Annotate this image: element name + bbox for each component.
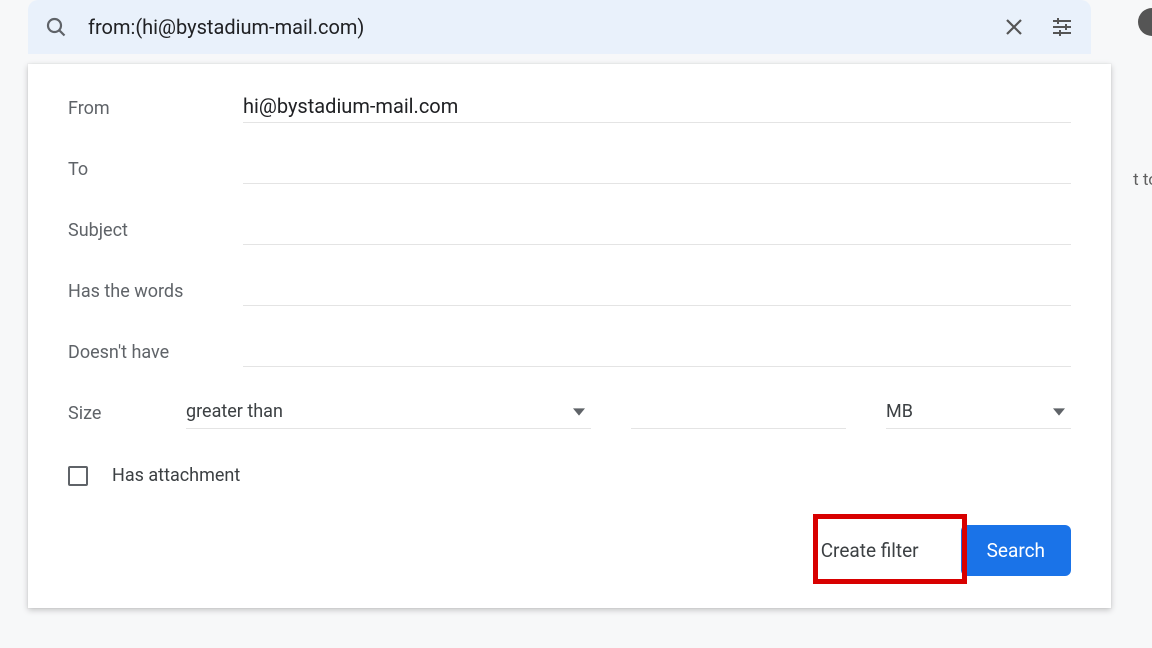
size-comparator-select[interactable]: greater than [186,397,591,429]
to-label: To [68,159,243,184]
clear-icon[interactable] [1001,14,1027,40]
search-options-icon[interactable] [1049,14,1075,40]
has-attachment-checkbox[interactable] [68,466,88,486]
doesnt-have-field[interactable] [243,336,1071,367]
chevron-down-icon [1053,403,1065,422]
filter-panel: From To Subject Has the words Doesn't ha… [28,64,1111,608]
search-bar [28,0,1091,54]
subject-label: Subject [68,220,243,245]
to-field[interactable] [243,153,1071,184]
search-icon[interactable] [44,15,68,39]
avatar[interactable] [1138,8,1152,36]
from-field[interactable] [243,92,1071,123]
doesnt-have-label: Doesn't have [68,342,243,367]
search-input[interactable] [68,14,1001,40]
size-value-text [631,404,846,428]
has-words-field[interactable] [243,275,1071,306]
search-button[interactable]: Search [961,525,1071,576]
size-value-field[interactable] [631,404,846,429]
has-words-label: Has the words [68,281,243,306]
size-unit-select[interactable]: MB [886,397,1071,429]
has-attachment-label: Has attachment [112,465,240,486]
size-comparator-value: greater than [186,397,573,428]
subject-field[interactable] [243,214,1071,245]
chevron-down-icon [573,403,585,422]
size-unit-value: MB [886,397,1053,428]
from-label: From [68,98,243,123]
size-label: Size [68,403,146,424]
background-text-fragment: t to [1133,170,1152,190]
create-filter-button[interactable]: Create filter [799,525,941,576]
